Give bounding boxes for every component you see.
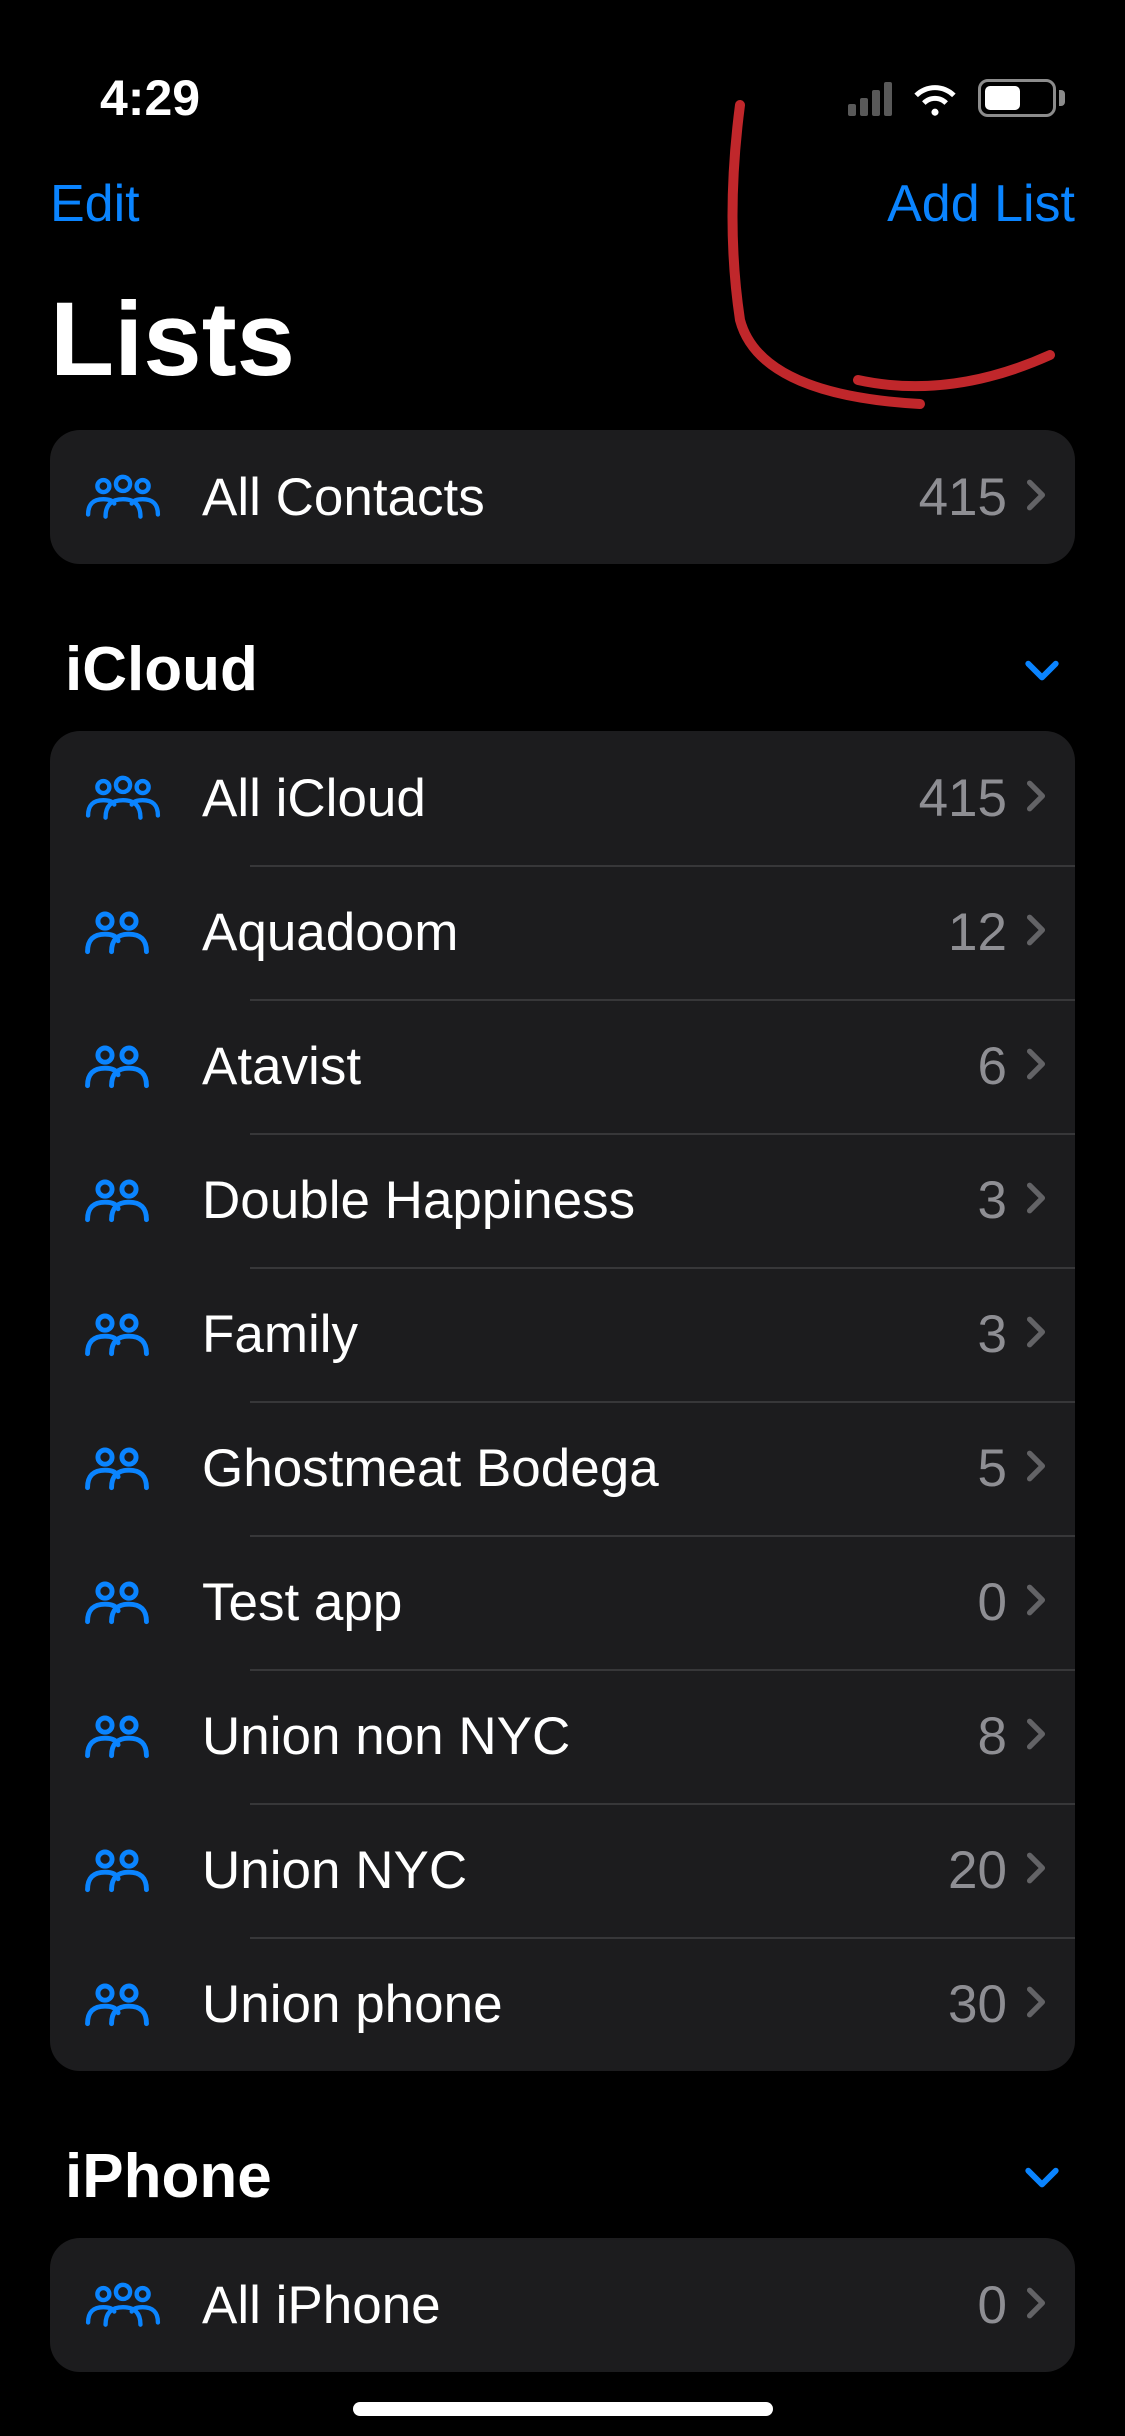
status-time: 4:29 bbox=[100, 69, 200, 127]
list-item[interactable]: Family3 bbox=[50, 1267, 1075, 1401]
list-item-count: 30 bbox=[948, 1974, 1007, 2035]
section-header[interactable]: iCloud bbox=[50, 634, 1075, 731]
list-item-count: 8 bbox=[978, 1706, 1007, 1767]
list-item-count: 12 bbox=[948, 902, 1007, 963]
nav-bar: Edit Add List bbox=[0, 140, 1125, 250]
list-item[interactable]: Ghostmeat Bodega5 bbox=[50, 1401, 1075, 1535]
list-item-all-contacts[interactable]: All Contacts 415 bbox=[50, 430, 1075, 564]
chevron-right-icon bbox=[1025, 913, 1047, 952]
status-bar: 4:29 bbox=[0, 0, 1125, 140]
section-title: iCloud bbox=[65, 634, 258, 705]
wifi-icon bbox=[910, 79, 960, 117]
group2-icon bbox=[82, 1578, 172, 1626]
list-item[interactable]: Union NYC20 bbox=[50, 1803, 1075, 1937]
list-item-label: Aquadoom bbox=[172, 902, 948, 963]
chevron-right-icon bbox=[1025, 1181, 1047, 1220]
group2-icon bbox=[82, 1310, 172, 1358]
chevron-right-icon bbox=[1025, 478, 1047, 517]
all-contacts-card: All Contacts 415 bbox=[50, 430, 1075, 564]
section-card: All iPhone0 bbox=[50, 2238, 1075, 2372]
group3-icon bbox=[82, 774, 172, 822]
list-item-count: 6 bbox=[978, 1036, 1007, 1097]
chevron-right-icon bbox=[1025, 2286, 1047, 2325]
list-item-count: 3 bbox=[978, 1304, 1007, 1365]
list-item-label: Test app bbox=[172, 1572, 978, 1633]
list-item-count: 5 bbox=[978, 1438, 1007, 1499]
list-item[interactable]: Union phone30 bbox=[50, 1937, 1075, 2071]
list-item-label: All iCloud bbox=[172, 768, 919, 829]
group2-icon bbox=[82, 1042, 172, 1090]
section-title: iPhone bbox=[65, 2141, 272, 2212]
group2-icon bbox=[82, 908, 172, 956]
group2-icon bbox=[82, 1712, 172, 1760]
group2-icon bbox=[82, 1444, 172, 1492]
group3-icon bbox=[82, 2281, 172, 2329]
list-item-label: Ghostmeat Bodega bbox=[172, 1438, 978, 1499]
list-item[interactable]: Double Happiness3 bbox=[50, 1133, 1075, 1267]
list-item[interactable]: All iPhone0 bbox=[50, 2238, 1075, 2372]
chevron-right-icon bbox=[1025, 779, 1047, 818]
list-item[interactable]: Union non NYC8 bbox=[50, 1669, 1075, 1803]
chevron-down-icon bbox=[1024, 657, 1060, 683]
list-item-label: Union non NYC bbox=[172, 1706, 978, 1767]
status-indicators bbox=[848, 79, 1065, 117]
chevron-right-icon bbox=[1025, 1851, 1047, 1890]
group3-icon bbox=[82, 473, 172, 521]
list-item-label: All Contacts bbox=[172, 467, 919, 528]
list-item[interactable]: Aquadoom12 bbox=[50, 865, 1075, 999]
group2-icon bbox=[82, 1980, 172, 2028]
list-item-count: 415 bbox=[919, 467, 1007, 528]
chevron-right-icon bbox=[1025, 1315, 1047, 1354]
add-list-button[interactable]: Add List bbox=[887, 174, 1075, 234]
chevron-right-icon bbox=[1025, 1583, 1047, 1622]
section-header[interactable]: iPhone bbox=[50, 2141, 1075, 2238]
group2-icon bbox=[82, 1846, 172, 1894]
list-item-count: 3 bbox=[978, 1170, 1007, 1231]
section-card: All iCloud415Aquadoom12Atavist6Double Ha… bbox=[50, 731, 1075, 2071]
list-item[interactable]: All iCloud415 bbox=[50, 731, 1075, 865]
list-item-label: Union NYC bbox=[172, 1840, 948, 1901]
edit-button[interactable]: Edit bbox=[50, 174, 140, 234]
list-item-count: 20 bbox=[948, 1840, 1007, 1901]
chevron-down-icon bbox=[1024, 2164, 1060, 2190]
list-item-label: Family bbox=[172, 1304, 978, 1365]
cellular-icon bbox=[848, 80, 892, 116]
list-item-count: 415 bbox=[919, 768, 1007, 829]
battery-icon bbox=[978, 79, 1065, 117]
list-item[interactable]: Atavist6 bbox=[50, 999, 1075, 1133]
list-item[interactable]: Test app0 bbox=[50, 1535, 1075, 1669]
list-item-count: 0 bbox=[978, 2275, 1007, 2336]
list-item-label: Union phone bbox=[172, 1974, 948, 2035]
chevron-right-icon bbox=[1025, 1047, 1047, 1086]
list-item-label: Atavist bbox=[172, 1036, 978, 1097]
chevron-right-icon bbox=[1025, 1449, 1047, 1488]
home-indicator bbox=[353, 2402, 773, 2416]
chevron-right-icon bbox=[1025, 1985, 1047, 2024]
group2-icon bbox=[82, 1176, 172, 1224]
list-item-count: 0 bbox=[978, 1572, 1007, 1633]
list-item-label: Double Happiness bbox=[172, 1170, 978, 1231]
list-item-label: All iPhone bbox=[172, 2275, 978, 2336]
page-title: Lists bbox=[0, 250, 1125, 430]
chevron-right-icon bbox=[1025, 1717, 1047, 1756]
